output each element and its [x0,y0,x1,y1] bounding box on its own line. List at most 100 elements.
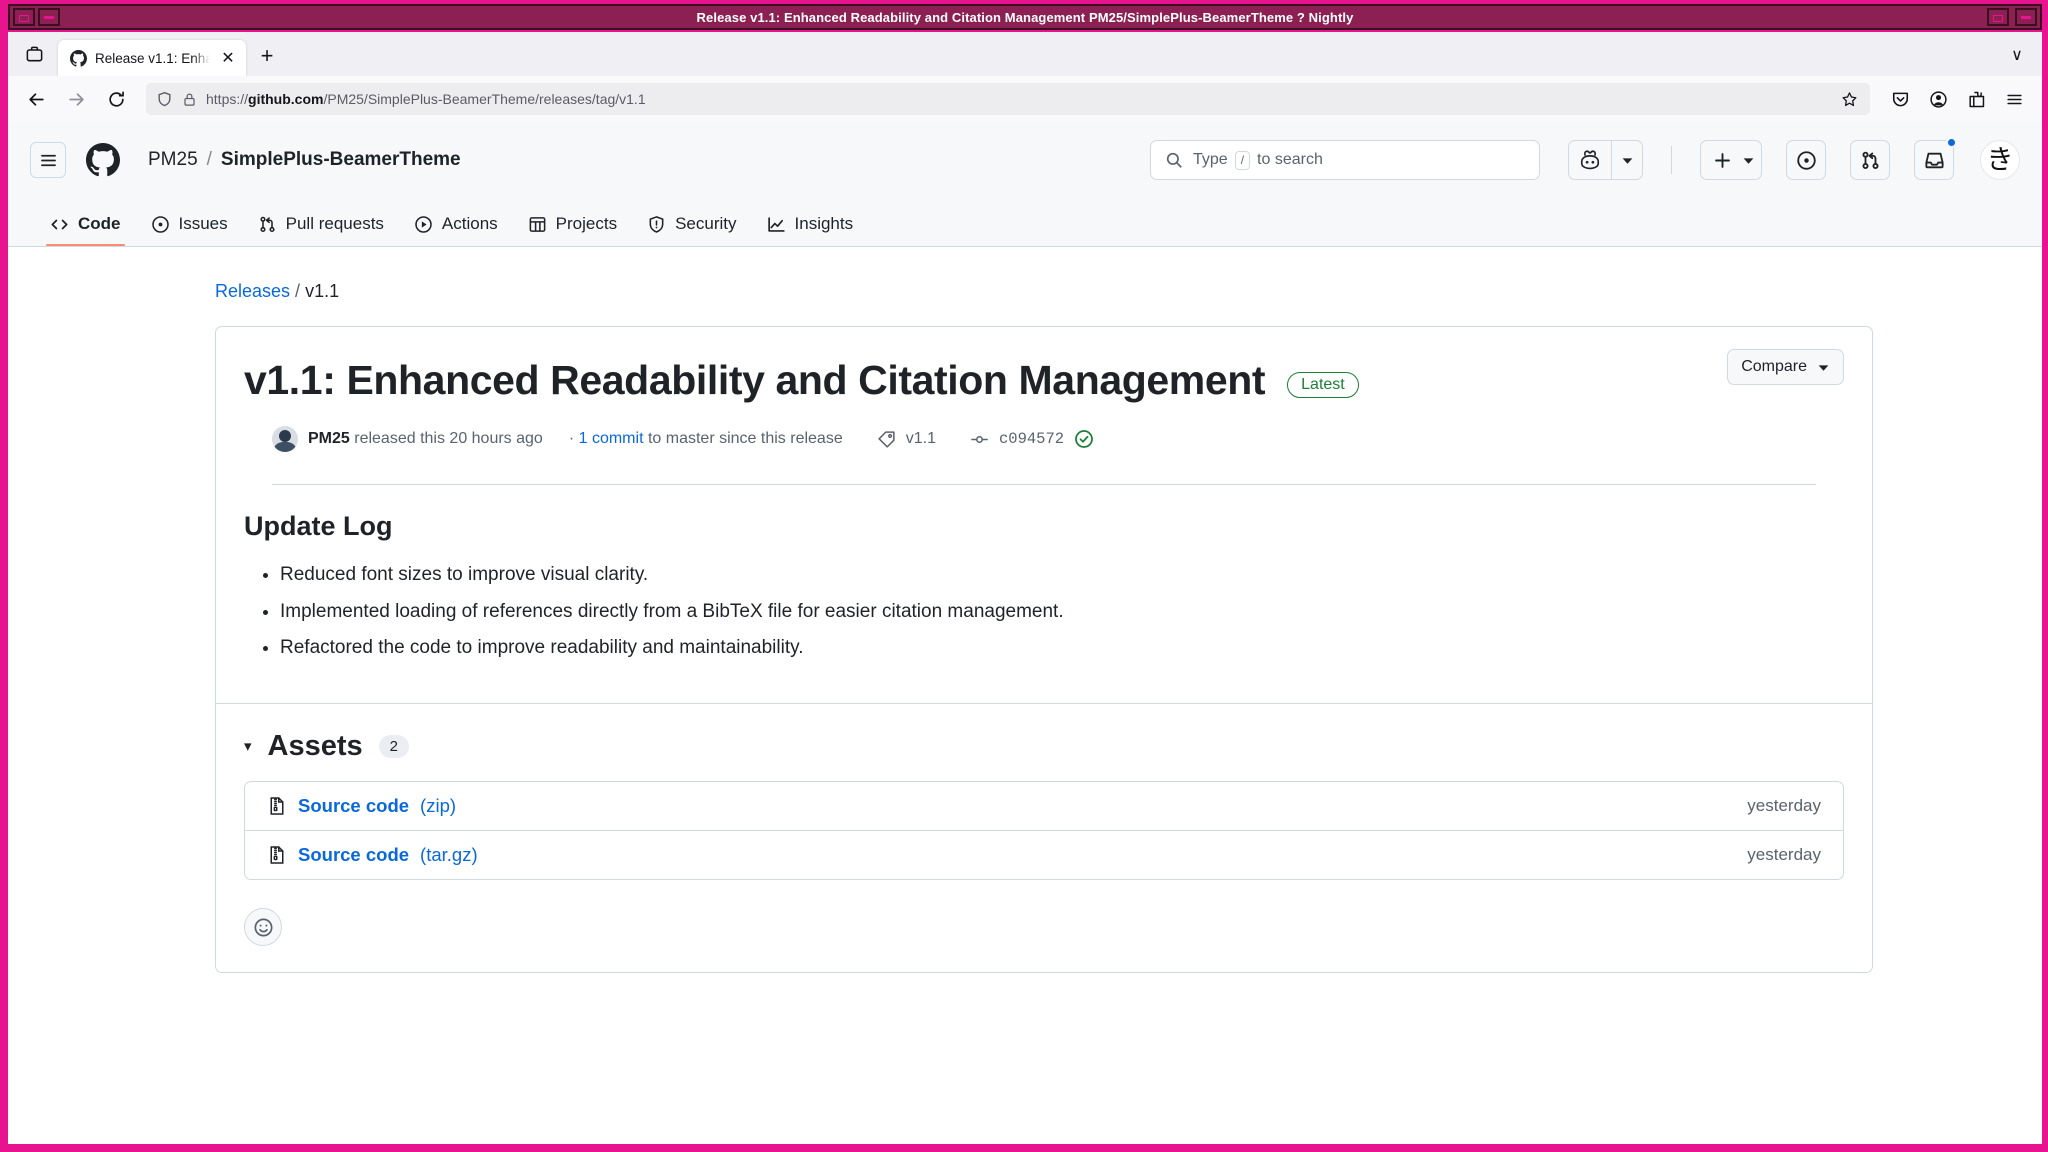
tracking-protection-icon[interactable] [156,91,173,108]
avatar-glyph: き [1987,147,2014,174]
git-pull-request-icon [258,215,277,234]
breadcrumb: Releases/v1.1 [105,247,1945,326]
git-commit-icon [970,430,989,449]
inbox-icon [1924,150,1945,171]
repo-name-link[interactable]: SimplePlus-BeamerTheme [221,149,461,171]
create-new-button[interactable] [1700,140,1762,180]
release-title-row: v1.1: Enhanced Readability and Citation … [244,357,1844,404]
padlock-icon[interactable] [182,92,197,107]
commit-count-link[interactable]: 1 commit [579,430,644,448]
star-icon[interactable] [1838,88,1860,110]
tab-insights[interactable]: Insights [755,202,866,246]
tab-label: Pull requests [286,214,384,234]
browser-tab[interactable]: Release v1.1: Enhanced R ✕ [58,40,246,76]
tab-projects[interactable]: Projects [516,202,629,246]
chevron-down-icon [1817,361,1830,374]
graph-icon [767,215,786,234]
breadcrumb-releases-link[interactable]: Releases [215,281,290,301]
tab-code[interactable]: Code [38,202,133,246]
global-navigation-icon[interactable] [30,142,66,178]
release-meta: PM25 released this 20 hours ago · 1 comm… [244,404,1844,452]
play-icon [414,215,433,234]
search-input[interactable]: Type / to search [1150,140,1540,180]
pull-requests-button[interactable] [1850,140,1890,180]
back-arrow-icon[interactable] [18,82,54,116]
chevron-down-icon[interactable] [1612,154,1642,167]
add-reaction-button[interactable] [244,908,282,946]
chevron-down-icon[interactable]: ▾ [244,739,252,754]
list-item: Implemented loading of references direct… [280,597,1844,626]
tag-chip[interactable]: v1.1 [877,430,936,449]
repo-owner-link[interactable]: PM25 [148,149,198,171]
github-mark-icon[interactable] [86,143,120,177]
github-header-top: PM25 / SimplePlus-BeamerTheme Type / to … [30,122,2020,198]
asset-extension[interactable]: (tar.gz) [420,844,478,866]
avatar[interactable] [272,426,298,452]
issues-button[interactable] [1786,140,1826,180]
copilot-button[interactable] [1568,140,1643,180]
list-item: Reduced font sizes to improve visual cla… [280,560,1844,589]
github-header: PM25 / SimplePlus-BeamerTheme Type / to … [8,122,2042,247]
tab-security[interactable]: Security [635,202,748,246]
page-title: v1.1: Enhanced Readability and Citation … [244,357,1265,404]
list-item[interactable]: Source code (tar.gz) yesterday [245,831,1843,879]
asset-name[interactable]: Source code [298,795,409,817]
url-bar[interactable]: https://github.com/PM25/SimplePlus-Beame… [146,83,1870,115]
assets-title: Assets [268,730,363,763]
navbar-right-controls [1882,82,2032,116]
new-tab-button[interactable]: + [250,39,284,73]
tab-issues[interactable]: Issues [139,202,240,246]
avatar[interactable]: き [1980,140,2020,180]
asset-date: yesterday [1747,845,1821,865]
account-icon[interactable] [1920,82,1956,116]
forward-arrow-icon[interactable] [58,82,94,116]
tab-title: Release v1.1: Enhanced R [95,51,210,66]
commit-chip[interactable]: c094572 [970,429,1094,449]
reload-icon[interactable] [98,82,134,116]
chevron-down-icon[interactable]: ∨ [2000,38,2034,72]
window-button-left-2[interactable] [38,8,60,26]
extensions-icon[interactable] [1958,82,1994,116]
window-titlebar[interactable]: Release v1.1: Enhanced Readability and C… [8,4,2042,30]
hamburger-menu-icon[interactable] [1996,82,2032,116]
file-zip-icon [267,845,287,865]
search-icon [1165,151,1183,169]
save-to-pocket-icon[interactable] [1882,82,1918,116]
breadcrumb-separator: / [295,281,300,301]
header-divider [1671,146,1672,174]
assets-header[interactable]: ▾ Assets 2 [216,704,1872,781]
shield-icon [647,215,666,234]
release-body: Releases/v1.1 v1.1: Enhanced Readability… [8,247,2042,1144]
list-item: Refactored the code to improve readabili… [280,633,1844,662]
notifications-inbox-button[interactable] [1914,140,1954,180]
window-buttons-right [1984,8,2037,26]
tag-label: v1.1 [906,430,936,448]
notification-badge-dot [1946,137,1957,148]
window-manager-frame: Release v1.1: Enhanced Readability and C… [0,0,2048,1152]
tab-label: Actions [442,214,498,234]
release-author[interactable]: PM25 [308,430,350,448]
tab-label: Code [78,214,121,234]
window-button-right-1[interactable] [1987,8,2009,26]
git-pull-request-icon [1860,150,1881,171]
window-button-left-1[interactable] [13,8,35,26]
list-item[interactable]: Source code (zip) yesterday [245,782,1843,831]
release-header: v1.1: Enhanced Readability and Citation … [216,327,1872,485]
firefox-view-button[interactable] [14,34,54,74]
window-button-right-2[interactable] [2015,8,2037,26]
tab-pull-requests[interactable]: Pull requests [246,202,396,246]
github-icon [70,50,87,67]
update-log-list: Reduced font sizes to improve visual cla… [244,560,1844,662]
compare-button[interactable]: Compare [1727,349,1844,385]
asset-name[interactable]: Source code [298,844,409,866]
tab-label: Projects [556,214,617,234]
commit-count-tail: to master since this release [648,430,843,448]
close-icon[interactable]: ✕ [218,48,238,68]
asset-extension[interactable]: (zip) [420,795,456,817]
table-icon [528,215,547,234]
url-text: https://github.com/PM25/SimplePlus-Beame… [206,91,1829,107]
tab-actions[interactable]: Actions [402,202,510,246]
smiley-icon [253,917,274,938]
window-title: Release v1.1: Enhanced Readability and C… [10,10,2040,25]
release-divider [272,484,1816,485]
